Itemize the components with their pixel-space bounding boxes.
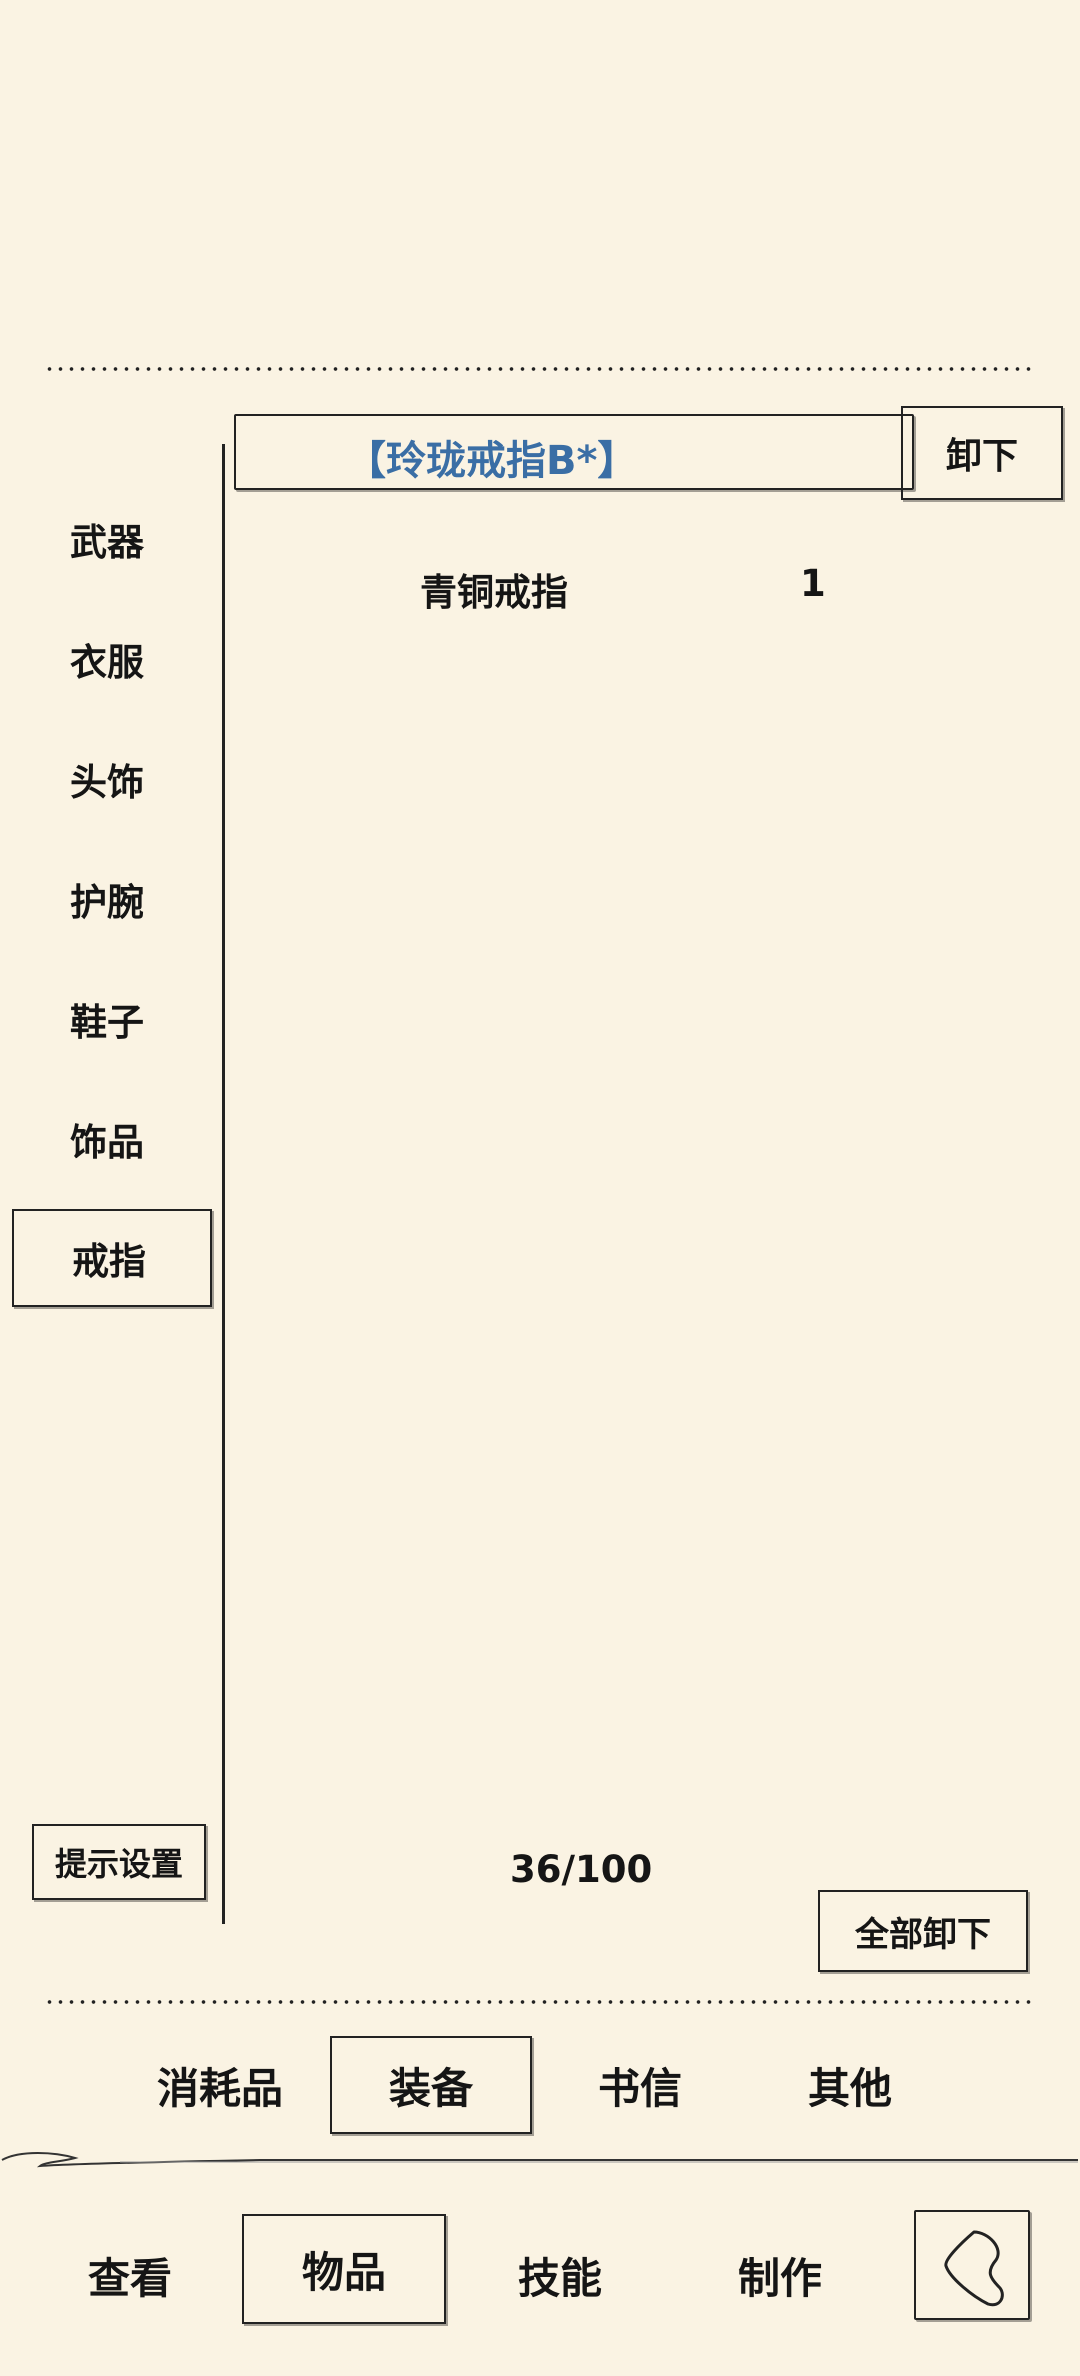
item-name: 青铜戒指 (420, 571, 568, 614)
equipped-item-title: 【玲珑戒指B*】 (346, 438, 638, 484)
category-label: 戒指 (72, 1240, 146, 1283)
equipped-item-header: 【玲珑戒指B*】 (234, 414, 914, 490)
hint-settings-button[interactable]: 提示设置 (32, 1824, 206, 1900)
item-count: 1 (800, 562, 826, 605)
category-weapon[interactable]: 武器 (12, 490, 212, 588)
top-divider (44, 367, 1036, 371)
category-accessory[interactable]: 饰品 (12, 1090, 212, 1188)
back-chevron-icon (944, 2230, 1004, 2307)
nav-view[interactable]: 查看 (50, 2226, 210, 2324)
category-ring[interactable]: 戒指 (12, 1209, 212, 1307)
tab-consumables[interactable]: 消耗品 (140, 2036, 300, 2134)
category-clothes[interactable]: 衣服 (12, 610, 212, 708)
capacity-counter: 36/100 (510, 1848, 653, 1891)
nav-items[interactable]: 物品 (242, 2214, 446, 2324)
tab-label: 其他 (807, 2063, 892, 2113)
tab-label: 书信 (597, 2063, 682, 2113)
category-label: 护腕 (70, 881, 144, 924)
category-label: 鞋子 (70, 1001, 144, 1044)
tab-letters[interactable]: 书信 (560, 2036, 720, 2134)
tab-label: 装备 (388, 2063, 473, 2113)
nav-label: 查看 (87, 2253, 172, 2303)
category-shoes[interactable]: 鞋子 (12, 970, 212, 1068)
category-separator (222, 444, 225, 1924)
category-label: 衣服 (70, 641, 144, 684)
nav-label: 制作 (737, 2253, 822, 2303)
list-item[interactable]: 青铜戒指 1 (240, 550, 1060, 620)
category-label: 武器 (70, 521, 144, 564)
category-label: 饰品 (70, 1121, 144, 1164)
unequip-button[interactable]: 卸下 (901, 406, 1063, 500)
back-button[interactable] (914, 2210, 1030, 2320)
nav-divider (1, 2152, 1078, 2168)
category-bracer[interactable]: 护腕 (12, 850, 212, 948)
bottom-divider (44, 2000, 1036, 2004)
category-label: 头饰 (70, 761, 144, 804)
unequip-all-button[interactable]: 全部卸下 (818, 1890, 1028, 1972)
tab-equipment[interactable]: 装备 (330, 2036, 532, 2134)
tab-other[interactable]: 其他 (770, 2036, 930, 2134)
nav-skills[interactable]: 技能 (480, 2226, 640, 2324)
nav-label: 技能 (517, 2253, 602, 2303)
tab-label: 消耗品 (156, 2063, 283, 2113)
nav-craft[interactable]: 制作 (700, 2226, 860, 2324)
category-headwear[interactable]: 头饰 (12, 730, 212, 828)
nav-label: 物品 (301, 2247, 386, 2297)
